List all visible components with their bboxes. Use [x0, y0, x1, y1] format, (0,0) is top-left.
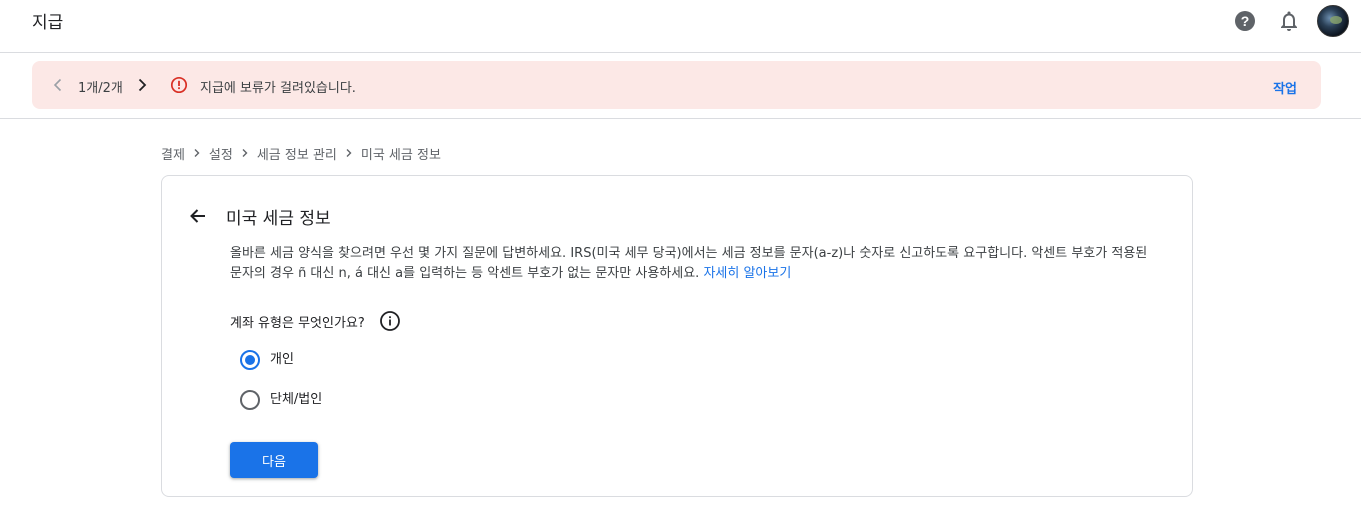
breadcrumb-item-settings[interactable]: 설정	[209, 144, 233, 163]
account-type-question: 계좌 유형은 무엇인가요?	[230, 310, 401, 332]
learn-more-link[interactable]: 자세히 알아보기	[703, 266, 791, 281]
description: 올바른 세금 양식을 찾으려면 우선 몇 가지 질문에 답변하세요. IRS(미…	[230, 244, 1160, 284]
radio-individual[interactable]: 개인	[240, 348, 294, 372]
chevron-right-icon	[192, 148, 202, 158]
app-title: 지급	[32, 13, 64, 33]
chevron-right-icon	[344, 148, 354, 158]
back-arrow-icon[interactable]	[186, 204, 210, 228]
radio-label: 단체/법인	[270, 391, 323, 407]
breadcrumb: 결제 설정 세금 정보 관리 미국 세금 정보	[161, 144, 441, 163]
bell-icon[interactable]	[1276, 8, 1302, 34]
breadcrumb-item-payments[interactable]: 결제	[161, 144, 185, 163]
error-icon	[170, 76, 188, 94]
tax-info-card: 미국 세금 정보 올바른 세금 양식을 찾으려면 우선 몇 가지 질문에 답변하…	[161, 175, 1193, 497]
alert-message: 지급에 보류가 걸려있습니다.	[200, 81, 356, 96]
radio-button-checked[interactable]	[240, 350, 260, 370]
radio-label: 개인	[270, 351, 294, 367]
chevron-left-icon[interactable]	[48, 75, 68, 95]
description-text: 올바른 세금 양식을 찾으려면 우선 몇 가지 질문에 답변하세요. IRS(미…	[230, 246, 1148, 281]
question-label: 계좌 유형은 무엇인가요?	[230, 315, 365, 331]
alert-action-link[interactable]: 작업	[1273, 78, 1297, 97]
alert-banner: 1개/2개 지급에 보류가 걸려있습니다. 작업	[32, 61, 1321, 109]
chevron-right-icon	[240, 148, 250, 158]
alert-counter: 1개/2개	[78, 81, 123, 96]
avatar[interactable]	[1317, 5, 1349, 37]
alert-area: 1개/2개 지급에 보류가 걸려있습니다. 작업	[0, 53, 1361, 119]
top-app-bar: 지급 ?	[0, 0, 1361, 53]
svg-text:?: ?	[1241, 13, 1250, 29]
breadcrumb-item-tax-info[interactable]: 세금 정보 관리	[257, 144, 337, 163]
page-title: 미국 세금 정보	[226, 209, 331, 229]
help-icon[interactable]: ?	[1232, 8, 1258, 34]
radio-button[interactable]	[240, 390, 260, 410]
radio-organization[interactable]: 단체/법인	[240, 388, 322, 412]
chevron-right-icon[interactable]	[132, 75, 152, 95]
info-icon[interactable]	[379, 310, 401, 332]
breadcrumb-item-us-tax-info: 미국 세금 정보	[360, 147, 441, 163]
next-button[interactable]: 다음	[230, 442, 318, 478]
